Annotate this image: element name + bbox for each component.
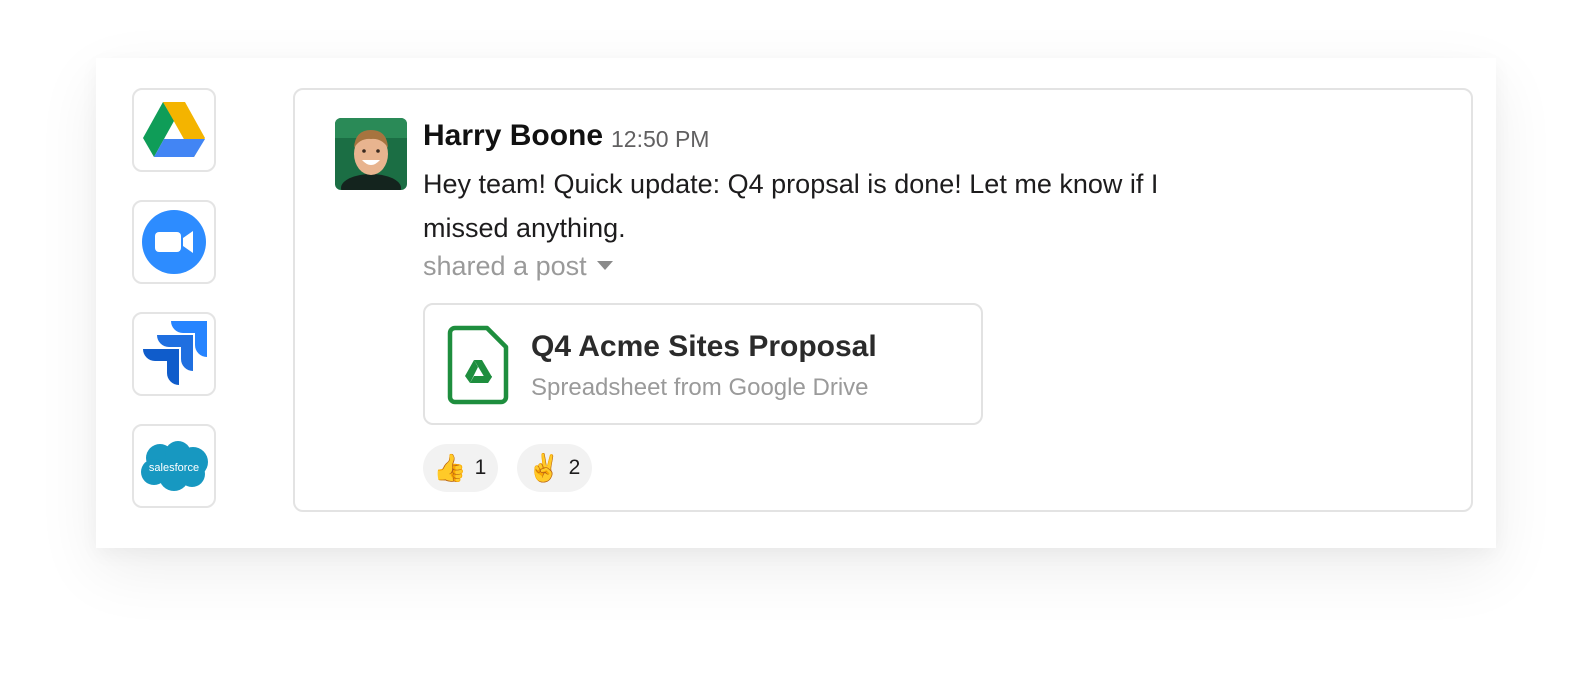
reaction-count: 1 [474,456,487,479]
app-tile-google-drive[interactable] [132,88,216,172]
zoom-icon [142,210,206,274]
attachment-title[interactable]: Q4 Acme Sites Proposal [531,329,877,365]
victory-hand-icon: ✌️ [527,453,561,483]
salesforce-icon: salesforce [141,441,208,491]
google-drive-icon [143,102,205,157]
svg-text:salesforce: salesforce [149,462,199,474]
attachment-card[interactable]: Q4 Acme Sites Proposal Spreadsheet from … [423,303,983,425]
app-tile-salesforce[interactable]: salesforce [132,424,216,508]
message-panel: Harry Boone 12:50 PM Hey team! Quick upd… [293,88,1473,512]
message-timestamp[interactable]: 12:50 PM [611,126,709,152]
app-tile-jira[interactable] [132,312,216,396]
thumbs-up-icon: 👍 [433,453,467,483]
avatar[interactable] [335,118,407,190]
attachment-subtitle: Spreadsheet from Google Drive [531,374,869,401]
app-tile-zoom[interactable] [132,200,216,284]
reaction-thumbs-up[interactable]: 👍 1 [423,444,499,492]
reaction-victory-hand[interactable]: ✌️ 2 [517,444,593,492]
integration-card: salesforce Harry Boone 12:50 PM Hey team… [96,58,1496,548]
message-author[interactable]: Harry Boone [423,118,603,154]
shared-post-toggle[interactable]: shared a post [423,248,613,284]
google-drive-file-icon [447,325,509,405]
message-text: Hey team! Quick update: Q4 propsal is do… [423,169,1159,243]
jira-icon [143,321,207,385]
caret-down-icon [596,261,613,270]
shared-post-label: shared a post [423,251,587,281]
reaction-count: 2 [568,456,581,479]
